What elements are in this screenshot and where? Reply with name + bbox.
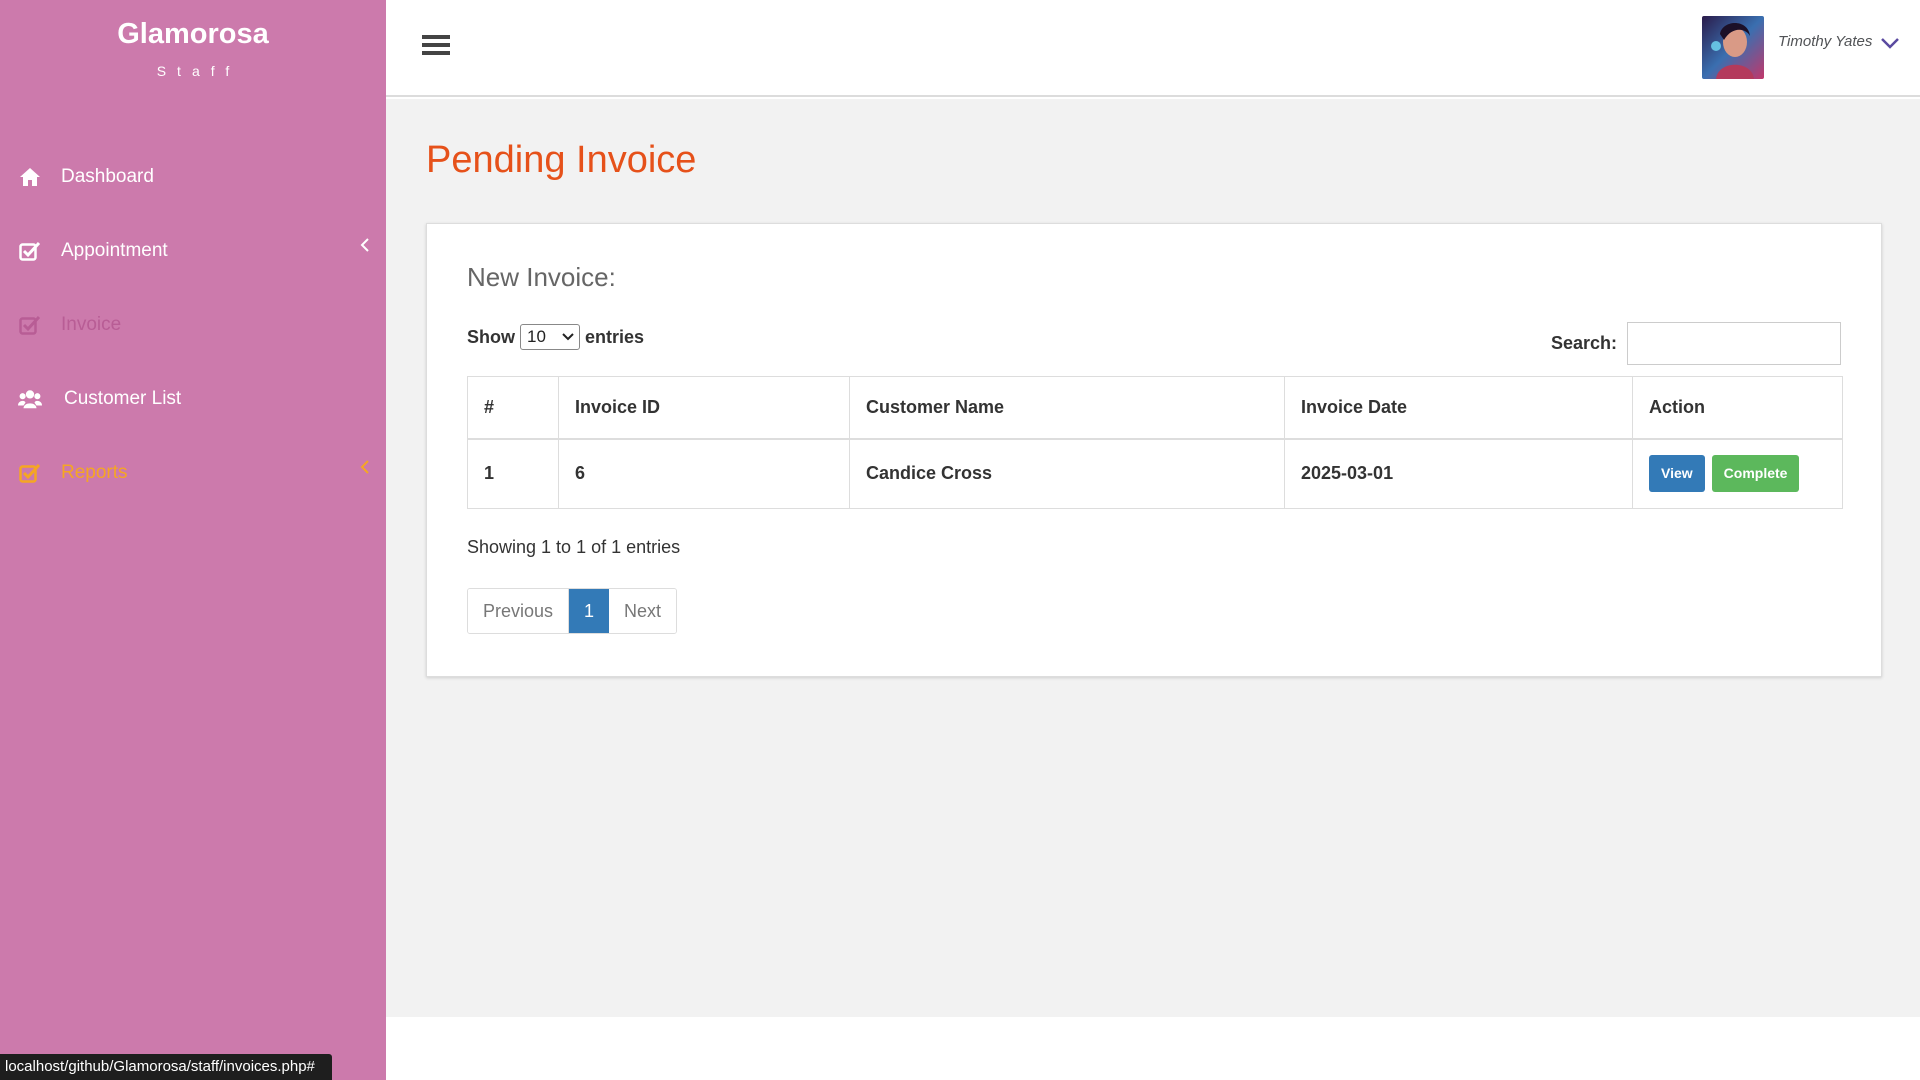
column-header-invoice-id[interactable]: Invoice ID (558, 376, 850, 440)
menu-toggle-icon[interactable] (422, 33, 450, 57)
view-button[interactable]: View (1649, 455, 1705, 493)
brand: Glamorosa Staff (0, 18, 386, 79)
sidebar-nav: Dashboard Appointment Invoice Customer L… (0, 140, 386, 510)
status-bar-url: localhost/github/Glamorosa/staff/invoice… (0, 1054, 332, 1080)
check-square-icon (18, 239, 42, 263)
cell-customer-name: Candice Cross (849, 438, 1285, 509)
pagination-previous[interactable]: Previous (468, 589, 570, 633)
pagination-next[interactable]: Next (609, 589, 677, 633)
entries-suffix: entries (585, 326, 645, 347)
sidebar-item-invoice[interactable]: Invoice (0, 288, 386, 362)
home-icon (18, 165, 42, 189)
pagination: Previous 1 Next (467, 588, 678, 634)
main-content: Pending Invoice New Invoice: Show 10 ent… (386, 99, 1920, 1017)
pagination-page-current[interactable]: 1 (569, 589, 610, 633)
table-info: Showing 1 to 1 of 1 entries (467, 537, 681, 557)
chevron-left-icon (360, 236, 370, 258)
cell-action: View Complete (1632, 438, 1843, 509)
page-title: Pending Invoice (426, 139, 697, 181)
entries-select[interactable]: 10 (520, 324, 580, 350)
sidebar-item-label: Invoice (61, 314, 122, 335)
cell-number: 1 (467, 438, 559, 509)
complete-button[interactable]: Complete (1711, 455, 1800, 493)
column-header-customer-name[interactable]: Customer Name (849, 376, 1285, 440)
sidebar-item-appointment[interactable]: Appointment (0, 214, 386, 288)
entries-prefix: Show (467, 326, 515, 347)
sidebar-item-dashboard[interactable]: Dashboard (0, 140, 386, 214)
search-control: Search: (1551, 322, 1841, 365)
search-label: Search: (1550, 333, 1617, 353)
invoice-table: # Invoice ID Customer Name Invoice Date … (467, 376, 1843, 509)
top-navbar: Timothy Yates (386, 0, 1920, 97)
column-header-number[interactable]: # (467, 376, 559, 440)
table-row: 1 6 Candice Cross 2025-03-01 View Comple… (467, 438, 1843, 509)
invoice-panel: New Invoice: Show 10 entries Search: # I… (426, 223, 1882, 677)
search-input[interactable] (1627, 322, 1841, 365)
user-avatar[interactable] (1702, 16, 1764, 79)
sidebar-item-label: Dashboard (61, 166, 154, 187)
chevron-left-icon (360, 458, 370, 480)
user-name[interactable]: Timothy Yates (1778, 33, 1872, 50)
chevron-down-icon[interactable] (1879, 33, 1901, 53)
entries-select-value: 10 (527, 327, 546, 346)
sidebar-item-label: Appointment (61, 240, 168, 261)
sidebar-item-reports[interactable]: Reports (0, 436, 386, 510)
chevron-down-icon (562, 327, 574, 347)
table-header-row: # Invoice ID Customer Name Invoice Date … (467, 376, 1843, 440)
check-square-icon (18, 313, 42, 337)
cell-invoice-id: 6 (558, 438, 850, 509)
sidebar-item-label: Customer List (64, 388, 182, 409)
brand-subtitle: Staff (156, 63, 241, 79)
check-square-icon (18, 461, 42, 485)
sidebar-item-customer-list[interactable]: Customer List (0, 362, 386, 436)
users-icon (18, 387, 42, 411)
entries-length-control: Show 10 entries (467, 324, 644, 350)
sidebar-item-label: Reports (61, 462, 128, 483)
sidebar: Glamorosa Staff Dashboard Appointment In… (0, 0, 386, 1080)
brand-title[interactable]: Glamorosa (0, 18, 386, 51)
column-header-invoice-date[interactable]: Invoice Date (1284, 376, 1633, 440)
panel-title: New Invoice: (467, 262, 616, 292)
column-header-action[interactable]: Action (1632, 376, 1843, 440)
cell-invoice-date: 2025-03-01 (1284, 438, 1633, 509)
